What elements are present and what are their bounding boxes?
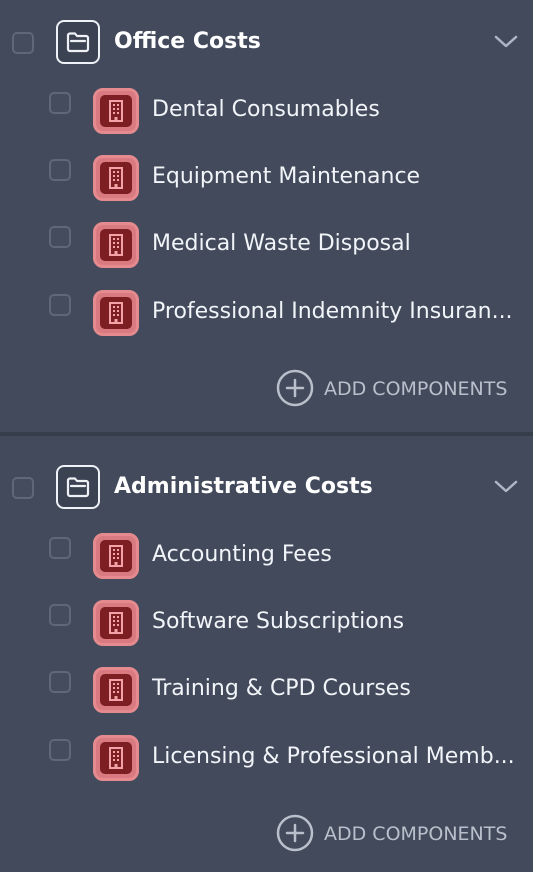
cost-group-administrative: Administrative Costs Accounting Fees Sof… xyxy=(0,445,533,872)
item-checkbox[interactable] xyxy=(49,671,71,693)
item-label: Licensing & Professional Memb... xyxy=(152,744,515,769)
group-title: Office Costs xyxy=(114,29,261,54)
cost-item[interactable]: Professional Indemnity Insuran... xyxy=(0,290,533,336)
item-checkbox[interactable] xyxy=(49,739,71,761)
cost-item[interactable]: Dental Consumables xyxy=(0,88,533,134)
item-label: Professional Indemnity Insuran... xyxy=(152,299,513,324)
cost-item[interactable]: Medical Waste Disposal xyxy=(0,222,533,268)
folder-icon xyxy=(56,465,100,509)
group-divider xyxy=(0,432,533,436)
building-icon xyxy=(93,155,139,201)
item-checkbox[interactable] xyxy=(49,92,71,114)
item-label: Software Subscriptions xyxy=(152,609,405,634)
item-label: Medical Waste Disposal xyxy=(152,231,411,256)
item-label: Dental Consumables xyxy=(152,97,380,122)
cost-item[interactable]: Licensing & Professional Memb... xyxy=(0,735,533,781)
building-icon xyxy=(93,88,139,134)
plus-circle-icon xyxy=(276,814,314,852)
cost-item[interactable]: Training & CPD Courses xyxy=(0,667,533,713)
item-checkbox[interactable] xyxy=(49,159,71,181)
building-icon xyxy=(93,600,139,646)
item-checkbox[interactable] xyxy=(49,294,71,316)
group-checkbox[interactable] xyxy=(12,32,34,54)
add-components-label: ADD COMPONENTS xyxy=(324,378,508,400)
cost-item[interactable]: Accounting Fees xyxy=(0,533,533,579)
group-checkbox[interactable] xyxy=(12,477,34,499)
item-label: Training & CPD Courses xyxy=(152,676,411,701)
building-icon xyxy=(93,735,139,781)
plus-circle-icon xyxy=(276,369,314,407)
group-header[interactable]: Office Costs xyxy=(0,20,533,66)
add-components-button[interactable]: ADD COMPONENTS xyxy=(276,369,516,409)
group-header[interactable]: Administrative Costs xyxy=(0,465,533,511)
chevron-down-icon[interactable] xyxy=(493,478,519,496)
item-checkbox[interactable] xyxy=(49,537,71,559)
building-icon xyxy=(93,533,139,579)
building-icon xyxy=(93,667,139,713)
cost-item[interactable]: Equipment Maintenance xyxy=(0,155,533,201)
chevron-down-icon[interactable] xyxy=(493,33,519,51)
add-components-label: ADD COMPONENTS xyxy=(324,823,508,845)
cost-item[interactable]: Software Subscriptions xyxy=(0,600,533,646)
item-checkbox[interactable] xyxy=(49,226,71,248)
building-icon xyxy=(93,222,139,268)
item-checkbox[interactable] xyxy=(49,604,71,626)
building-icon xyxy=(93,290,139,336)
cost-group-office: Office Costs Dental Consumables Equipmen… xyxy=(0,0,533,432)
item-label: Equipment Maintenance xyxy=(152,164,421,189)
cost-components-panel: Office Costs Dental Consumables Equipmen… xyxy=(0,0,533,872)
item-label: Accounting Fees xyxy=(152,542,332,567)
folder-icon xyxy=(56,20,100,64)
add-components-button[interactable]: ADD COMPONENTS xyxy=(276,814,516,854)
group-title: Administrative Costs xyxy=(114,474,373,499)
